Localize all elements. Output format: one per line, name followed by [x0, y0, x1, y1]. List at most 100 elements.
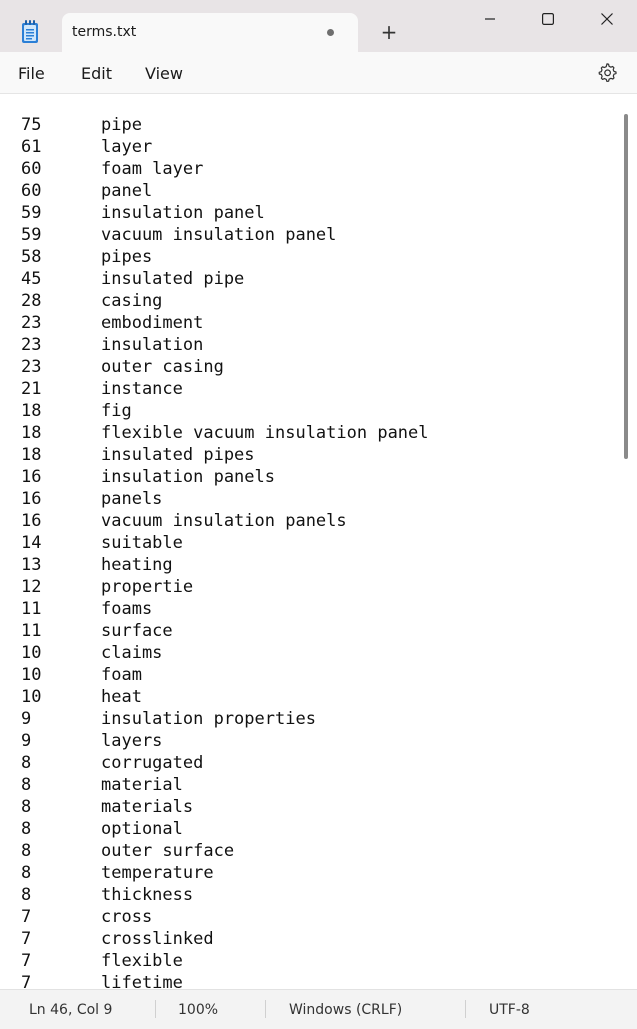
text-line[interactable]: 8 material	[21, 774, 429, 796]
term-text: cross	[101, 907, 153, 927]
term-count: 75	[21, 115, 42, 135]
text-line[interactable]: 7 lifetime	[21, 972, 429, 989]
term-text: flexible	[101, 951, 183, 971]
text-line[interactable]: 23 insulation	[21, 334, 429, 356]
text-line[interactable]: 8 materials	[21, 796, 429, 818]
menu-edit[interactable]: Edit	[81, 64, 112, 83]
term-count: 8	[21, 797, 32, 817]
text-line[interactable]: 10 claims	[21, 642, 429, 664]
term-count: 8	[21, 841, 32, 861]
text-line[interactable]: 7 cross	[21, 906, 429, 928]
term-text: insulation panels	[101, 467, 275, 487]
encoding[interactable]: UTF-8	[489, 1002, 530, 1018]
text-line[interactable]: 8 thickness	[21, 884, 429, 906]
term-text: claims	[101, 643, 163, 663]
term-count: 59	[21, 203, 42, 223]
term-count: 8	[21, 863, 32, 883]
text-line[interactable]: 23 embodiment	[21, 312, 429, 334]
text-content[interactable]: 75 pipe 61 layer 60 foam layer 60 panel 59 insula…	[21, 114, 429, 989]
menu-file[interactable]: File	[18, 64, 45, 83]
cursor-position[interactable]: Ln 46, Col 9	[29, 1002, 112, 1018]
term-count: 23	[21, 313, 42, 333]
text-line[interactable]: 60 foam layer	[21, 158, 429, 180]
term-count: 10	[21, 665, 42, 685]
text-line[interactable]: 9 insulation properties	[21, 708, 429, 730]
term-text: propertie	[101, 577, 194, 597]
tab-terms[interactable]: terms.txt	[62, 13, 358, 53]
term-text: pipes	[101, 247, 153, 267]
text-line[interactable]: 58 pipes	[21, 246, 429, 268]
text-line[interactable]: 11 surface	[21, 620, 429, 642]
text-line[interactable]: 59 insulation panel	[21, 202, 429, 224]
text-line[interactable]: 8 temperature	[21, 862, 429, 884]
term-count: 8	[21, 819, 32, 839]
term-count: 18	[21, 445, 42, 465]
term-count: 16	[21, 511, 42, 531]
term-text: suitable	[101, 533, 183, 553]
line-ending[interactable]: Windows (CRLF)	[289, 1002, 402, 1018]
term-text: foam	[101, 665, 142, 685]
text-line[interactable]: 9 layers	[21, 730, 429, 752]
minimize-button[interactable]	[467, 8, 513, 30]
text-line[interactable]: 75 pipe	[21, 114, 429, 136]
new-tab-button[interactable]: +	[379, 22, 399, 42]
text-line[interactable]: 14 suitable	[21, 532, 429, 554]
text-line[interactable]: 8 outer surface	[21, 840, 429, 862]
term-text: foams	[101, 599, 153, 619]
text-line[interactable]: 11 foams	[21, 598, 429, 620]
text-line[interactable]: 7 flexible	[21, 950, 429, 972]
text-line[interactable]: 61 layer	[21, 136, 429, 158]
term-count: 11	[21, 621, 42, 641]
tab-title: terms.txt	[72, 24, 137, 40]
term-text: temperature	[101, 863, 214, 883]
zoom-level[interactable]: 100%	[178, 1002, 218, 1018]
text-line[interactable]: 8 optional	[21, 818, 429, 840]
text-line[interactable]: 18 flexible vacuum insulation panel	[21, 422, 429, 444]
status-divider	[155, 1000, 156, 1018]
term-text: layer	[101, 137, 153, 157]
term-text: heat	[101, 687, 142, 707]
term-text: panels	[101, 489, 163, 509]
term-text: insulated pipe	[101, 269, 245, 289]
maximize-button[interactable]	[525, 8, 571, 30]
text-line[interactable]: 16 insulation panels	[21, 466, 429, 488]
term-count: 8	[21, 885, 32, 905]
text-line[interactable]: 16 panels	[21, 488, 429, 510]
settings-button[interactable]	[597, 62, 617, 82]
term-text: insulation	[101, 335, 204, 355]
text-line[interactable]: 12 propertie	[21, 576, 429, 598]
text-line[interactable]: 21 instance	[21, 378, 429, 400]
text-line[interactable]: 8 corrugated	[21, 752, 429, 774]
term-count: 59	[21, 225, 42, 245]
term-text: corrugated	[101, 753, 204, 773]
term-text: material	[101, 775, 183, 795]
text-line[interactable]: 10 foam	[21, 664, 429, 686]
text-editor[interactable]: 75 pipe 61 layer 60 foam layer 60 panel 59 insula…	[0, 94, 637, 989]
text-line[interactable]: 16 vacuum insulation panels	[21, 510, 429, 532]
term-count: 18	[21, 401, 42, 421]
close-button[interactable]	[584, 8, 630, 30]
text-line[interactable]: 13 heating	[21, 554, 429, 576]
vertical-scrollbar[interactable]	[624, 114, 628, 459]
term-count: 8	[21, 753, 32, 773]
text-line[interactable]: 23 outer casing	[21, 356, 429, 378]
text-line[interactable]: 45 insulated pipe	[21, 268, 429, 290]
term-text: fig	[101, 401, 132, 421]
text-line[interactable]: 28 casing	[21, 290, 429, 312]
term-text: surface	[101, 621, 173, 641]
unsaved-dot-icon[interactable]	[327, 29, 334, 36]
term-count: 23	[21, 335, 42, 355]
text-line[interactable]: 18 fig	[21, 400, 429, 422]
term-text: materials	[101, 797, 194, 817]
menu-view[interactable]: View	[145, 64, 183, 83]
text-line[interactable]: 10 heat	[21, 686, 429, 708]
term-count: 13	[21, 555, 42, 575]
term-count: 12	[21, 577, 42, 597]
term-text: pipe	[101, 115, 142, 135]
text-line[interactable]: 18 insulated pipes	[21, 444, 429, 466]
term-text: layers	[101, 731, 163, 751]
text-line[interactable]: 7 crosslinked	[21, 928, 429, 950]
text-line[interactable]: 60 panel	[21, 180, 429, 202]
notepad-icon	[20, 20, 40, 44]
text-line[interactable]: 59 vacuum insulation panel	[21, 224, 429, 246]
